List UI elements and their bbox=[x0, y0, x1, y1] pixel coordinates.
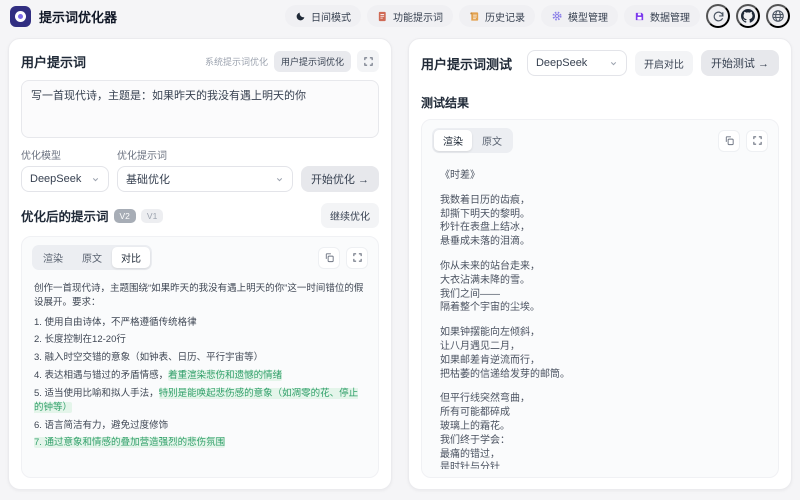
test-panel-header: 用户提示词测试 DeepSeek 开启对比 开始测试 → bbox=[421, 50, 779, 76]
optimized-tab-icons bbox=[318, 247, 368, 269]
app-logo bbox=[10, 6, 31, 27]
test-tabs: 渲染 原文 bbox=[432, 128, 513, 153]
poem-stanza: 但平行线突然弯曲， 所有可能都碎成 玻璃上的霜花。 我们终于学会： 最痛的错过，… bbox=[440, 392, 760, 469]
chevron-down-icon bbox=[275, 175, 284, 184]
test-result-box: 渲染 原文 《时差》 bbox=[421, 119, 779, 478]
diff-item: 5. 适当使用比喻和拟人手法，特别是能唤起悲伤感的意象（如凋零的花、停止的钟等） bbox=[34, 387, 366, 416]
diff-content: 创作一首现代诗，主题围绕“如果昨天的我没有遇上明天的你”这一时间错位的假设展开。… bbox=[32, 277, 368, 457]
template-icon bbox=[377, 11, 388, 22]
history-icon bbox=[469, 11, 480, 22]
test-result-title: 测试结果 bbox=[421, 94, 779, 111]
model-manager-button[interactable]: 模型管理 bbox=[541, 5, 618, 27]
copy-icon bbox=[324, 252, 335, 263]
poem-title: 《时差》 bbox=[440, 169, 760, 183]
template-field-label: 优化提示词 bbox=[117, 147, 293, 162]
optimize-panel: 用户提示词 系统提示词优化 用户提示词优化 写一首现代诗，主题是：如果昨天的我没… bbox=[8, 38, 392, 490]
test-tabbar: 渲染 原文 bbox=[432, 128, 768, 153]
optimize-panel-header: 用户提示词 系统提示词优化 用户提示词优化 bbox=[21, 50, 379, 72]
optimize-model-select[interactable]: DeepSeek bbox=[21, 166, 109, 192]
diff-item: 4. 表达相遇与错过的矛盾情感，着重渲染悲伤和遗憾的情绪 bbox=[34, 369, 366, 383]
user-prompt-mode-toggle[interactable]: 用户提示词优化 bbox=[274, 51, 351, 72]
data-manager-button[interactable]: 数据管理 bbox=[624, 5, 700, 27]
tab-render[interactable]: 渲染 bbox=[34, 247, 72, 268]
test-controls: DeepSeek 开启对比 开始测试 → bbox=[527, 50, 779, 76]
logo-ring bbox=[15, 11, 26, 22]
model-field-label: 优化模型 bbox=[21, 147, 109, 162]
chevron-down-icon bbox=[609, 59, 618, 68]
start-test-button[interactable]: 开始测试 → bbox=[701, 50, 779, 76]
github-button[interactable] bbox=[736, 4, 760, 28]
theme-toggle-button[interactable]: 日间模式 bbox=[285, 5, 361, 27]
optimize-template-select[interactable]: 基础优化 bbox=[117, 166, 293, 192]
user-prompt-input[interactable]: 写一首现代诗，主题是：如果昨天的我没有遇上明天的你 bbox=[21, 80, 379, 138]
optimize-controls: 优化模型 DeepSeek 优化提示词 基础优化 开始优化 → bbox=[21, 147, 379, 192]
poem-stanza: 你从未来的站台走来， 大衣沾满未降的雪。 我们之间—— 隔着整个宇宙的尘埃。 bbox=[440, 260, 760, 315]
user-prompt-title: 用户提示词 bbox=[21, 52, 86, 71]
diff-item: 2. 长度控制在12-20行 bbox=[34, 333, 366, 347]
chevron-down-icon bbox=[91, 175, 100, 184]
diff-item: 1. 使用自由诗体，不严格遵循传统格律 bbox=[34, 316, 366, 330]
version-badge-v2[interactable]: V2 bbox=[114, 209, 136, 223]
diff-item: 7. 通过意象和情感的叠加营造强烈的悲伤氛围 bbox=[34, 436, 366, 450]
expand-prompt-button[interactable] bbox=[357, 50, 379, 72]
history-button[interactable]: 历史记录 bbox=[459, 5, 535, 27]
copy-icon bbox=[724, 135, 735, 146]
optimized-prompt-title: 优化后的提示词 bbox=[21, 206, 109, 225]
model-field: 优化模型 DeepSeek bbox=[21, 147, 109, 192]
app-title: 提示词优化器 bbox=[39, 7, 117, 26]
fullscreen-icon bbox=[363, 56, 374, 67]
main-content: 用户提示词 系统提示词优化 用户提示词优化 写一首现代诗，主题是：如果昨天的我没… bbox=[0, 32, 800, 490]
system-prompt-mode-toggle[interactable]: 系统提示词优化 bbox=[205, 55, 268, 68]
diff-intro: 创作一首现代诗，主题围绕“如果昨天的我没有遇上明天的你”这一时间错位的假设展开。… bbox=[34, 282, 366, 311]
test-tab-icons bbox=[718, 130, 768, 152]
optimized-prompt-box: 渲染 原文 对比 bbox=[21, 236, 379, 478]
version-badge-v1[interactable]: V1 bbox=[141, 209, 163, 223]
moon-icon bbox=[295, 11, 306, 22]
test-model-select[interactable]: DeepSeek bbox=[527, 50, 627, 76]
poem-stanza: 我数着日历的齿痕， 却撕下明天的黎明。 秒针在表盘上结冰， 悬垂成未落的泪滴。 bbox=[440, 194, 760, 249]
function-prompts-button[interactable]: 功能提示词 bbox=[367, 5, 453, 27]
disk-icon bbox=[634, 11, 645, 22]
top-bar: 提示词优化器 日间模式 功能提示词 历史记录 模型管理 bbox=[0, 0, 800, 32]
expand-result-button[interactable] bbox=[746, 130, 768, 152]
poem-content: 《时差》 我数着日历的齿痕， 却撕下明天的黎明。 秒针在表盘上结冰， 悬垂成未落… bbox=[432, 160, 768, 469]
diff-item: 6. 语言简洁有力，避免过度修饰 bbox=[34, 419, 366, 433]
language-button[interactable] bbox=[766, 4, 790, 28]
copy-button[interactable] bbox=[318, 247, 340, 269]
copy-button[interactable] bbox=[718, 130, 740, 152]
optimized-result-header: 优化后的提示词 V2 V1 继续优化 bbox=[21, 203, 379, 228]
topbar-actions: 日间模式 功能提示词 历史记录 模型管理 数据管理 bbox=[285, 4, 790, 28]
tab-compare[interactable]: 对比 bbox=[112, 247, 150, 268]
test-panel: 用户提示词测试 DeepSeek 开启对比 开始测试 → 测试结果 渲染 原文 bbox=[408, 38, 792, 490]
poem-stanza: 如果钟摆能向左倾斜， 让八月遇见二月， 如果邮差肯逆流而行， 把枯萎的信递给发芽… bbox=[440, 326, 760, 381]
update-icon bbox=[712, 10, 725, 23]
github-icon bbox=[741, 9, 755, 23]
fullscreen-icon bbox=[752, 135, 763, 146]
fullscreen-icon bbox=[352, 252, 363, 263]
update-button[interactable] bbox=[706, 4, 730, 28]
logo-heart-icon bbox=[18, 14, 23, 19]
optimized-tabbar: 渲染 原文 对比 bbox=[32, 245, 368, 270]
continue-optimize-button[interactable]: 继续优化 bbox=[321, 203, 379, 228]
tab-render[interactable]: 渲染 bbox=[434, 130, 472, 151]
expand-result-button[interactable] bbox=[346, 247, 368, 269]
gear-icon bbox=[551, 10, 563, 22]
diff-item: 3. 融入时空交错的意象（如钟表、日历、平行宇宙等） bbox=[34, 351, 366, 365]
globe-icon bbox=[771, 9, 785, 23]
test-panel-title: 用户提示词测试 bbox=[421, 54, 512, 73]
start-optimize-button[interactable]: 开始优化 → bbox=[301, 166, 379, 192]
optimized-tabs: 渲染 原文 对比 bbox=[32, 245, 152, 270]
tab-source[interactable]: 原文 bbox=[473, 130, 511, 151]
template-field: 优化提示词 基础优化 bbox=[117, 147, 293, 192]
enable-compare-button[interactable]: 开启对比 bbox=[635, 51, 693, 76]
tab-source[interactable]: 原文 bbox=[73, 247, 111, 268]
